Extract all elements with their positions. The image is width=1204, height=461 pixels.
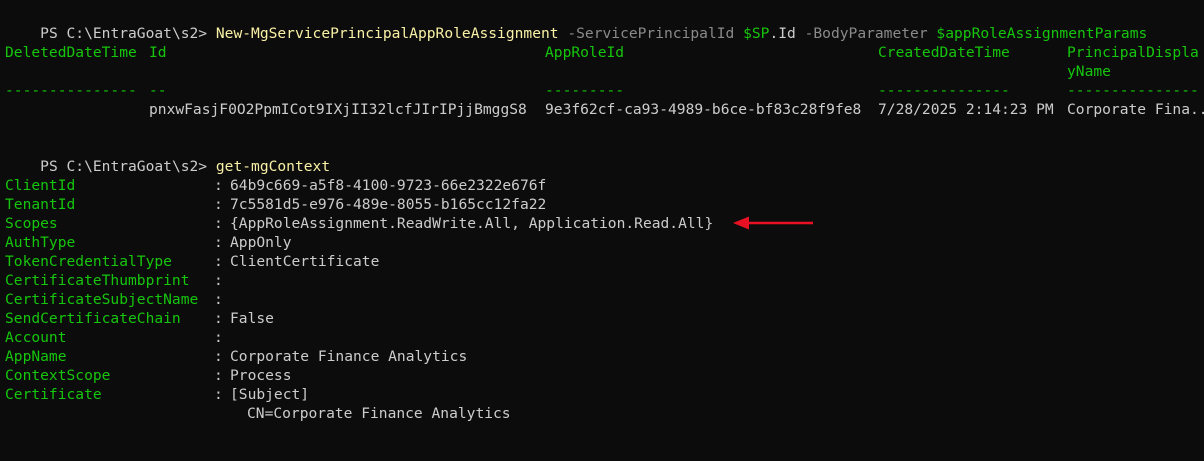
context-property-key: Certificate (5, 386, 102, 403)
certificate-subject-line: CN=Corporate Finance Analytics (5, 404, 1204, 423)
cell-created: 7/28/2025 2:14:23 PM (878, 101, 1054, 118)
certificate-subject: CN=Corporate Finance Analytics (247, 405, 511, 422)
context-property-separator: : (214, 291, 223, 308)
context-property-separator: : (214, 310, 223, 327)
context-property-row: AppName: Corporate Finance Analytics (5, 347, 1204, 366)
column-header-approle: AppRoleId (545, 44, 625, 61)
column-header-created: CreatedDateTime (878, 44, 1010, 61)
context-property-separator: : (214, 234, 223, 251)
column-header-id: Id (149, 44, 167, 61)
context-property-value: Corporate Finance Analytics (230, 348, 468, 365)
variable: $appRoleAssignmentParams (936, 25, 1148, 42)
column-header-deleted: DeletedDateTime (5, 44, 137, 61)
context-property-key: ClientId (5, 177, 76, 194)
context-property-separator: : (214, 329, 223, 346)
separator-id: -- (149, 82, 167, 99)
command-name: New-MgServicePrincipalAppRoleAssignment (215, 25, 559, 42)
prompt: PS C:\EntraGoat\s2> (40, 25, 208, 42)
context-property-separator: : (214, 272, 223, 289)
column-header-principal-wrap: yName (1067, 63, 1111, 80)
column-header-principal: PrincipalDispla (1067, 44, 1199, 61)
separator-deleted: --------------- (5, 82, 137, 99)
table-row: pnxwFasjF0O2PpmICot9IXjII32lcfJIrIPjjBmg… (5, 100, 1204, 119)
separator-created: --------------- (878, 82, 1010, 99)
context-property-separator: : (214, 367, 223, 384)
context-property-value: False (230, 310, 274, 327)
context-property-row: ContextScope: Process (5, 366, 1204, 385)
context-property-row: Account: (5, 328, 1204, 347)
red-arrow-icon (733, 216, 813, 230)
context-property-value: 7c5581d5-e976-489e-8055-b165cc12fa22 (230, 196, 547, 213)
context-property-key: CertificateSubjectName (5, 291, 199, 308)
context-property-row: TenantId:7c5581d5-e976-489e-8055-b165cc1… (5, 195, 1204, 214)
context-property-key: AuthType (5, 234, 76, 251)
context-property-row: Certificate: [Subject] (5, 385, 1204, 404)
prompt: PS C:\EntraGoat\s2> (40, 158, 208, 175)
context-property-key: TenantId (5, 196, 76, 213)
context-property-row: SendCertificateChain: False (5, 309, 1204, 328)
context-property-separator: : (214, 348, 223, 365)
cell-approle: 9e3f62cf-ca93-4989-b6ce-bf83c28f9fe8 (545, 101, 862, 118)
table-separator-row: --------------- -- --------- -----------… (5, 81, 1204, 100)
parameter-name: -ServicePrincipalId (567, 25, 735, 42)
context-property-value: {AppRoleAssignment.ReadWrite.All, Applic… (230, 215, 714, 232)
context-property-row: CertificateThumbprint: (5, 271, 1204, 290)
context-property-key: CertificateThumbprint (5, 272, 190, 289)
command-line-1: PS C:\EntraGoat\s2> New-MgServicePrincip… (5, 5, 1147, 42)
context-property-key: ContextScope (5, 367, 111, 384)
context-property-row: CertificateSubjectName: (5, 290, 1204, 309)
command-line-2: PS C:\EntraGoat\s2> get-mgContext (5, 138, 330, 175)
context-property-value: [Subject] (230, 386, 310, 403)
table-header-row-wrap: yName (5, 62, 1204, 81)
context-property-row: TokenCredentialType: ClientCertificate (5, 252, 1204, 271)
cell-id: pnxwFasjF0O2PpmICot9IXjII32lcfJIrIPjjBmg… (149, 101, 527, 118)
context-property-row: Scopes: {AppRoleAssignment.ReadWrite.All,… (5, 214, 1204, 233)
command-name: get-mgContext (215, 158, 331, 175)
context-property-key: SendCertificateChain (5, 310, 181, 327)
context-property-separator: : (214, 196, 223, 213)
property: .Id (769, 25, 796, 42)
context-property-row: ClientId:64b9c669-a5f8-4100-9723-66e2322… (5, 176, 1204, 195)
context-property-separator: : (214, 177, 223, 194)
table-header-row: DeletedDateTime Id AppRoleId CreatedDate… (5, 43, 1204, 62)
context-property-separator: : (214, 386, 223, 403)
context-property-value: 64b9c669-a5f8-4100-9723-66e2322e676f (230, 177, 547, 194)
terminal-window[interactable]: PS C:\EntraGoat\s2> New-MgServicePrincip… (0, 0, 1204, 423)
context-property-row: AuthType: AppOnly (5, 233, 1204, 252)
separator-principal: --------------- (1067, 82, 1199, 99)
context-property-key: Account (5, 329, 67, 346)
context-property-key: Scopes (5, 215, 58, 232)
parameter-name: -BodyParameter (804, 25, 928, 42)
cell-principal: Corporate Fina... (1067, 101, 1204, 118)
variable: $SP (743, 25, 770, 42)
context-property-value: Process (230, 367, 292, 384)
separator-approle: --------- (545, 82, 625, 99)
context-property-value: ClientCertificate (230, 253, 380, 270)
context-property-separator: : (214, 215, 223, 232)
context-property-key: TokenCredentialType (5, 253, 172, 270)
context-property-key: AppName (5, 348, 67, 365)
context-property-separator: : (214, 253, 223, 270)
context-property-value: AppOnly (230, 234, 292, 251)
